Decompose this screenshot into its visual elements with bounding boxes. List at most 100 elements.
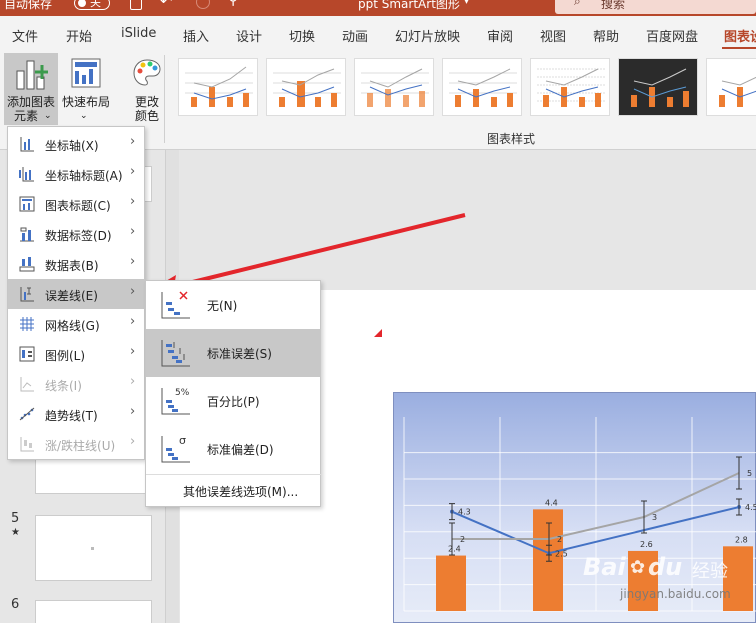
standard-error-icon (161, 340, 190, 367)
submenu-item-label: 标准偏差(D) (207, 443, 274, 457)
more-error-bar-options[interactable]: 其他误差线选项(M)... (183, 483, 298, 500)
standard-deviation-icon: σ (161, 434, 190, 463)
chart-style-thumbnail[interactable] (706, 58, 756, 116)
menu-item-trendline[interactable]: 趋势线(T) › (8, 399, 145, 429)
watermark-du: du (648, 553, 683, 581)
chevron-right-icon: › (130, 224, 136, 239)
menu-item-data-table[interactable]: 数据表(B) › (8, 249, 145, 279)
menu-item-chart-title[interactable]: 图表标题(C) › (8, 189, 145, 219)
bar (533, 509, 563, 611)
menu-item-legend[interactable]: 图例(L) › (8, 339, 145, 369)
autosave-toggle-label: 关 (90, 0, 101, 9)
svg-text:5%: 5% (175, 388, 190, 398)
chart-style-thumbnail[interactable] (354, 58, 434, 116)
chart-title-icon (19, 196, 35, 212)
ribbon-tabs: 文件 开始 iSlide 插入 设计 切换 动画 幻灯片放映 审阅 视图 帮助 … (0, 16, 756, 49)
add-chart-element-icon (16, 60, 48, 90)
document-title: ppt SmartArt图形 (358, 0, 460, 11)
menu-item-updown-bars: 涨/跌柱线(U) › (8, 429, 145, 459)
chevron-right-icon: › (130, 374, 136, 389)
chevron-right-icon: › (130, 194, 136, 209)
menu-item-gridlines[interactable]: 网格线(G) › (8, 309, 145, 339)
quick-layout-button[interactable]: 快速布局 ⌄ (60, 53, 112, 125)
submenu-separator (146, 474, 321, 475)
tab-chart-design[interactable]: 图表设 (724, 26, 756, 45)
data-label: 4.3 (458, 508, 471, 517)
chart-style-thumbnail[interactable] (178, 58, 258, 116)
undo-icon[interactable]: ↶ (160, 0, 173, 10)
chevron-right-icon: › (130, 314, 136, 329)
tab-islide[interactable]: iSlide (121, 26, 156, 41)
submenu-item-percentage[interactable]: 5% 百分比(P) (146, 377, 321, 425)
watermark-cn: 经验 (692, 561, 728, 582)
palette-icon (133, 59, 161, 86)
save-icon[interactable] (130, 0, 142, 10)
submenu-item-standard-error[interactable]: 标准误差(S) (146, 329, 321, 377)
tab-file[interactable]: 文件 (12, 26, 38, 45)
chevron-right-icon: › (130, 254, 136, 269)
tab-baidu-netdisk[interactable]: 百度网盘 (646, 26, 698, 45)
slide-star-icon: ★ (11, 527, 20, 538)
slide-thumbnail[interactable] (35, 515, 152, 581)
tab-slideshow[interactable]: 幻灯片放映 (395, 26, 460, 45)
menu-item-label: 误差线(E) (45, 289, 98, 303)
menu-item-data-labels[interactable]: 数据标签(D) › (8, 219, 145, 249)
axis-title-icon (19, 167, 34, 182)
quick-layout-label: 快速布局 (61, 95, 110, 109)
menu-item-label: 数据表(B) (45, 259, 99, 273)
change-colors-label: 更改 (134, 95, 159, 109)
menu-item-label: 涨/跌柱线(U) (45, 439, 116, 453)
submenu-item-none[interactable]: 无(N) (146, 281, 321, 329)
change-colors-button[interactable]: 更改 颜色 (123, 53, 171, 125)
add-chart-element-button[interactable]: 添加图表 元素 ⌄ (4, 53, 58, 125)
autosave-label: 自动保存 (4, 0, 53, 11)
search-box[interactable]: ⌕ 搜索 (555, 0, 756, 14)
tab-transitions[interactable]: 切换 (289, 26, 315, 45)
error-bar-icon (20, 287, 34, 302)
redo-icon[interactable] (196, 0, 210, 9)
watermark-brand: Bai (583, 553, 626, 581)
add-chart-element-label2: 元素 (14, 109, 39, 123)
chevron-right-icon: › (130, 404, 136, 419)
submenu-item-label: 标准误差(S) (207, 347, 272, 361)
baidu-jingyan-watermark: Bai ✿ du 经验 jingyan.baidu.com (580, 553, 756, 623)
menu-item-label: 坐标轴(X) (45, 139, 99, 153)
chart-style-thumbnail[interactable] (618, 58, 698, 116)
title-dropdown-icon[interactable]: ▾ (464, 0, 469, 7)
data-label: 2.4 (448, 545, 461, 554)
chart-styles-gallery (172, 53, 756, 127)
menu-item-lines: 线条(I) › (8, 369, 145, 399)
chevron-right-icon: › (130, 284, 136, 299)
data-label: 2.6 (640, 540, 653, 549)
paw-icon: ✿ (630, 557, 646, 578)
menu-item-axes[interactable]: 坐标轴(X) › (8, 129, 145, 159)
autosave-toggle[interactable]: 关 (74, 0, 110, 10)
presenter-icon[interactable]: ⚲ (228, 0, 238, 8)
watermark-url: jingyan.baidu.com (620, 587, 731, 601)
tab-home[interactable]: 开始 (66, 26, 92, 45)
tab-help[interactable]: 帮助 (593, 26, 619, 45)
chart-styles-group-label: 图表样式 (487, 132, 536, 146)
bar (436, 555, 466, 611)
data-label: 4.5 (745, 503, 756, 512)
menu-item-label: 图表标题(C) (45, 199, 111, 213)
chart-style-thumbnail[interactable] (266, 58, 346, 116)
chevron-right-icon: › (130, 344, 136, 359)
submenu-item-standard-deviation[interactable]: σ 标准偏差(D) (146, 425, 321, 473)
menu-item-error-bars[interactable]: 误差线(E) › (8, 279, 145, 309)
tab-view[interactable]: 视图 (540, 26, 566, 45)
data-label: 5 (747, 469, 752, 478)
data-label-icon (20, 227, 34, 242)
menu-item-axis-titles[interactable]: 坐标轴标题(A) › (8, 159, 145, 189)
add-chart-element-menu: 坐标轴(X) › 坐标轴标题(A) › 图表标题(C) › 数据标签(D) › 数据表(… (7, 126, 145, 460)
slide-thumbnail[interactable] (35, 600, 152, 623)
tab-review[interactable]: 审阅 (487, 26, 513, 45)
tab-insert[interactable]: 插入 (183, 26, 209, 45)
submenu-item-label: 百分比(P) (207, 395, 260, 409)
chart-style-thumbnail[interactable] (442, 58, 522, 116)
chevron-right-icon: › (130, 134, 136, 149)
chart-style-thumbnail[interactable] (530, 58, 610, 116)
tab-animations[interactable]: 动画 (342, 26, 368, 45)
tab-design[interactable]: 设计 (236, 26, 262, 45)
trendline-icon (19, 407, 35, 421)
